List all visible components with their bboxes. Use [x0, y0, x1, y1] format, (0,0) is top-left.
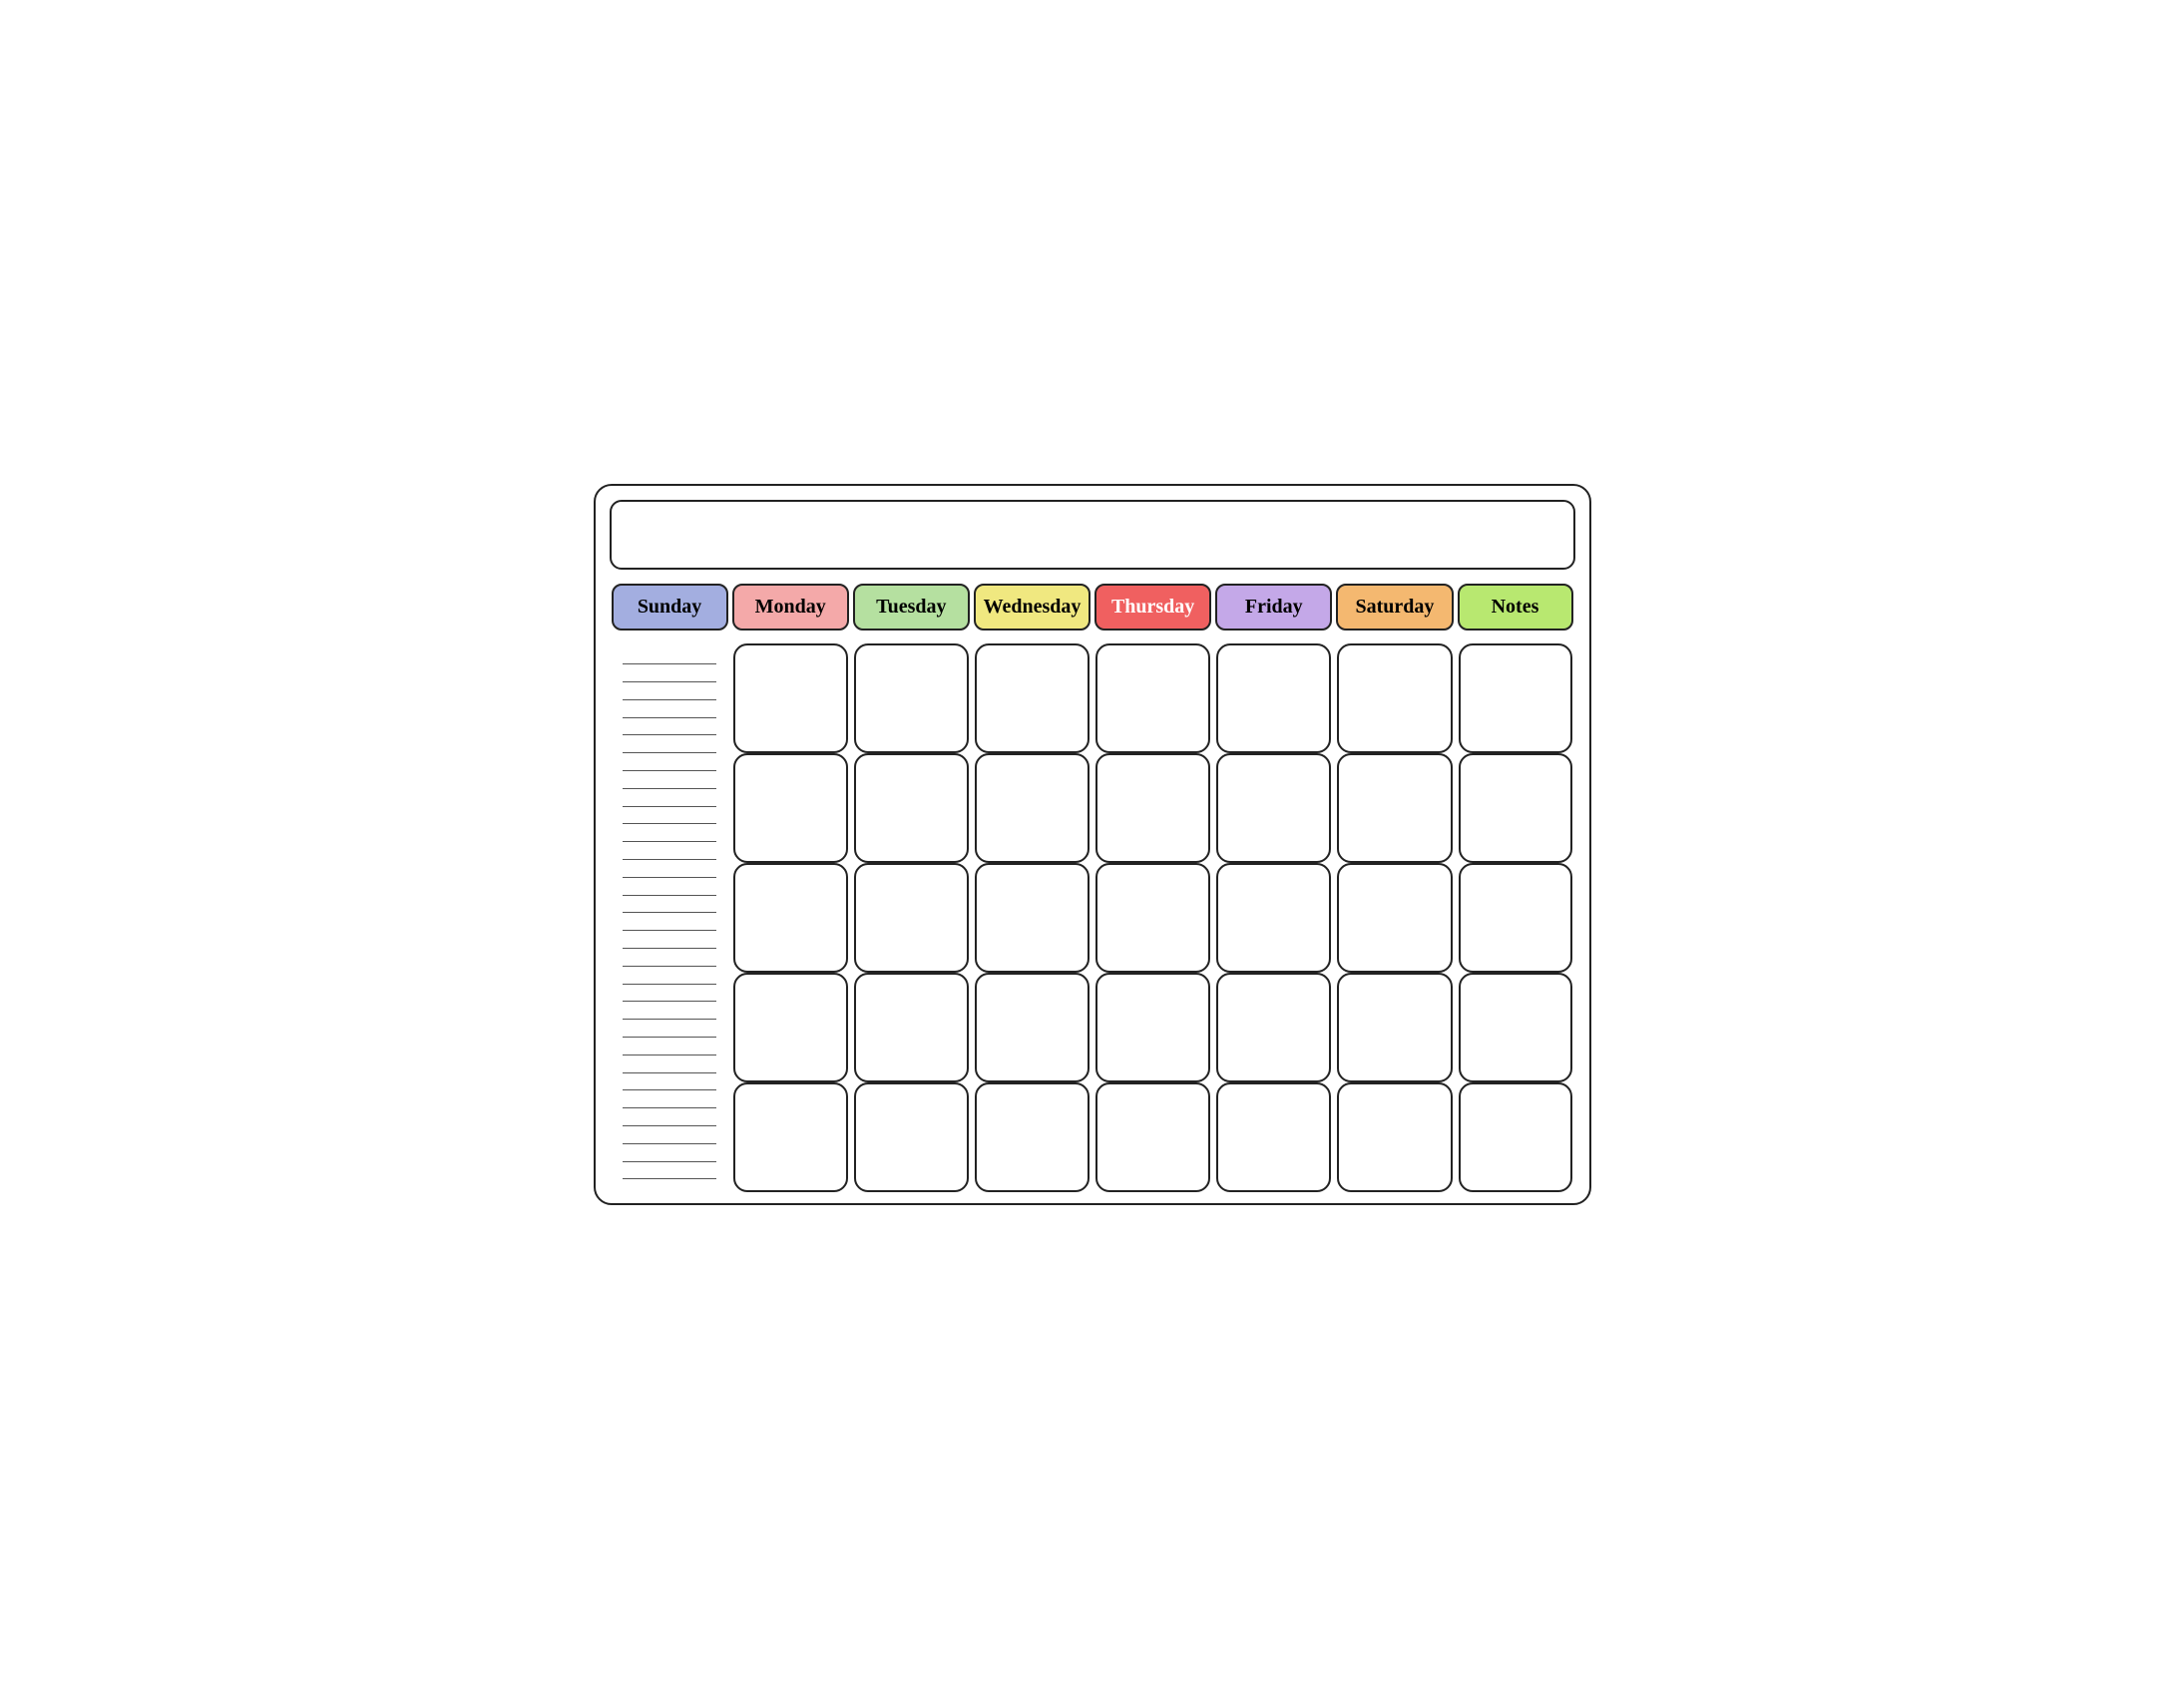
notes-line-18 [623, 969, 717, 985]
notes-line-2 [623, 684, 717, 700]
day-cell-14[interactable] [733, 863, 848, 973]
notes-line-22 [623, 1040, 717, 1055]
notes-line-14 [623, 898, 717, 914]
day-cell-29[interactable] [854, 1082, 969, 1192]
notes-line-19 [623, 987, 717, 1003]
day-cell-25[interactable] [1216, 973, 1331, 1082]
day-cell-16[interactable] [975, 863, 1090, 973]
calendar-header: SundayMondayTuesdayWednesdayThursdayFrid… [610, 582, 1575, 633]
day-cell-32[interactable] [1216, 1082, 1331, 1192]
notes-line-4 [623, 720, 717, 736]
notes-line-1 [623, 666, 717, 682]
day-cell-2[interactable] [975, 643, 1090, 753]
header-tuesday: Tuesday [853, 584, 970, 631]
header-friday: Friday [1215, 584, 1332, 631]
day-cell-27[interactable] [1459, 973, 1572, 1082]
day-cell-26[interactable] [1337, 973, 1452, 1082]
header-saturday: Saturday [1336, 584, 1453, 631]
day-cell-3[interactable] [1095, 643, 1210, 753]
notes-line-15 [623, 915, 717, 931]
header-thursday: Thursday [1094, 584, 1211, 631]
day-cell-8[interactable] [854, 753, 969, 863]
day-cell-30[interactable] [975, 1082, 1090, 1192]
day-cell-9[interactable] [975, 753, 1090, 863]
day-cell-20[interactable] [1459, 863, 1572, 973]
day-cell-0[interactable] [733, 643, 848, 753]
notes-line-29 [623, 1164, 717, 1180]
day-cell-24[interactable] [1095, 973, 1210, 1082]
notes-line-27 [623, 1128, 717, 1144]
day-cell-22[interactable] [854, 973, 969, 1082]
header-monday: Monday [732, 584, 849, 631]
calendar-body [610, 640, 1575, 1189]
notes-line-0 [623, 649, 717, 665]
calendar-container: SundayMondayTuesdayWednesdayThursdayFrid… [594, 484, 1591, 1205]
notes-line-3 [623, 702, 717, 718]
day-cell-5[interactable] [1337, 643, 1452, 753]
notes-line-6 [623, 755, 717, 771]
notes-line-23 [623, 1057, 717, 1073]
notes-line-11 [623, 844, 717, 860]
notes-line-13 [623, 880, 717, 896]
day-cell-15[interactable] [854, 863, 969, 973]
day-cell-4[interactable] [1216, 643, 1331, 753]
day-cell-31[interactable] [1095, 1082, 1210, 1192]
day-cell-28[interactable] [733, 1082, 848, 1192]
day-cell-7[interactable] [733, 753, 848, 863]
notes-column[interactable] [610, 640, 730, 1189]
day-cell-19[interactable] [1337, 863, 1452, 973]
day-cell-11[interactable] [1216, 753, 1331, 863]
notes-line-10 [623, 826, 717, 842]
day-cell-34[interactable] [1459, 1082, 1572, 1192]
notes-line-5 [623, 737, 717, 753]
day-cell-13[interactable] [1459, 753, 1572, 863]
day-cell-21[interactable] [733, 973, 848, 1082]
notes-line-16 [623, 933, 717, 949]
day-cell-33[interactable] [1337, 1082, 1452, 1192]
notes-line-26 [623, 1110, 717, 1126]
day-cell-23[interactable] [975, 973, 1090, 1082]
notes-line-25 [623, 1092, 717, 1108]
notes-line-7 [623, 773, 717, 789]
header-notes: Notes [1458, 584, 1573, 631]
notes-line-24 [623, 1075, 717, 1091]
header-wednesday: Wednesday [974, 584, 1091, 631]
header-sunday: Sunday [612, 584, 728, 631]
day-cell-17[interactable] [1095, 863, 1210, 973]
notes-line-12 [623, 862, 717, 878]
day-cell-6[interactable] [1459, 643, 1572, 753]
notes-line-20 [623, 1004, 717, 1020]
notes-line-28 [623, 1146, 717, 1162]
title-bar[interactable] [610, 500, 1575, 570]
day-cell-12[interactable] [1337, 753, 1452, 863]
notes-line-9 [623, 809, 717, 825]
day-cell-10[interactable] [1095, 753, 1210, 863]
notes-line-17 [623, 951, 717, 967]
day-cell-1[interactable] [854, 643, 969, 753]
notes-line-21 [623, 1022, 717, 1038]
day-cell-18[interactable] [1216, 863, 1331, 973]
notes-line-8 [623, 791, 717, 807]
